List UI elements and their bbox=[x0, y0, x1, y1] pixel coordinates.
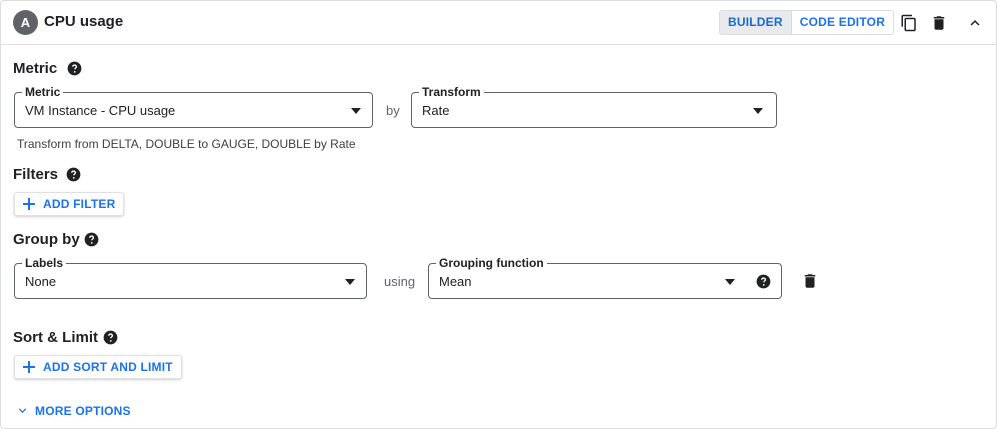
mode-toggle: BUILDER CODE EDITOR bbox=[719, 10, 895, 35]
grouping-caret-icon bbox=[725, 279, 735, 285]
metric-caret-icon bbox=[351, 108, 361, 114]
labels-field-label: Labels bbox=[22, 256, 67, 270]
plus-icon bbox=[23, 361, 35, 373]
labels-caret-icon bbox=[345, 279, 355, 285]
metric-help-icon[interactable] bbox=[67, 61, 82, 76]
transform-field-label: Transform bbox=[419, 85, 484, 99]
query-panel: A CPU usage BUILDER CODE EDITOR Metric M… bbox=[0, 0, 997, 429]
using-connector: using bbox=[384, 274, 416, 289]
transform-caret-icon bbox=[753, 108, 763, 114]
grouping-function-field-label: Grouping function bbox=[436, 256, 547, 270]
add-sort-limit-label: ADD SORT AND LIMIT bbox=[43, 360, 173, 374]
query-badge: A bbox=[13, 10, 38, 35]
remove-group-by-icon[interactable] bbox=[801, 272, 819, 290]
sort-limit-help-icon[interactable] bbox=[103, 330, 118, 345]
labels-field-value: None bbox=[25, 274, 57, 289]
metric-section-label: Metric bbox=[13, 60, 58, 77]
code-editor-tab[interactable]: CODE EDITOR bbox=[792, 11, 893, 34]
grouping-help-icon[interactable] bbox=[756, 274, 771, 289]
query-header: A CPU usage BUILDER CODE EDITOR bbox=[1, 1, 996, 45]
filters-help-icon[interactable] bbox=[66, 167, 81, 182]
grouping-function-select[interactable]: Grouping function Mean bbox=[428, 256, 782, 299]
sort-limit-section-label: Sort & Limit bbox=[13, 329, 98, 346]
chevron-down-icon bbox=[18, 408, 27, 413]
group-by-help-icon[interactable] bbox=[84, 232, 99, 247]
add-filter-button[interactable]: ADD FILTER bbox=[14, 192, 125, 216]
group-by-section-label: Group by bbox=[13, 231, 80, 248]
add-filter-label: ADD FILTER bbox=[43, 197, 116, 211]
metric-field-label: Metric bbox=[22, 85, 64, 99]
transform-select[interactable]: Transform Rate bbox=[411, 85, 777, 128]
labels-select[interactable]: Labels None bbox=[14, 256, 367, 299]
more-options-toggle[interactable]: MORE OPTIONS bbox=[15, 403, 131, 418]
metric-select[interactable]: Metric VM Instance - CPU usage bbox=[14, 85, 373, 128]
copy-icon[interactable] bbox=[900, 14, 918, 32]
grouping-function-field-value: Mean bbox=[439, 274, 472, 289]
plus-icon bbox=[23, 198, 35, 210]
metric-field-value: VM Instance - CPU usage bbox=[25, 103, 176, 118]
by-connector: by bbox=[386, 103, 400, 118]
filters-section-label: Filters bbox=[13, 166, 59, 183]
transform-field-value: Rate bbox=[422, 103, 450, 118]
delete-icon[interactable] bbox=[930, 14, 948, 32]
transform-hint: Transform from DELTA, DOUBLE to GAUGE, D… bbox=[17, 137, 356, 151]
add-sort-limit-button[interactable]: ADD SORT AND LIMIT bbox=[14, 355, 182, 379]
collapse-icon[interactable] bbox=[966, 14, 984, 32]
more-options-label: MORE OPTIONS bbox=[35, 403, 131, 418]
builder-tab[interactable]: BUILDER bbox=[720, 11, 792, 34]
query-title: CPU usage bbox=[44, 13, 124, 30]
